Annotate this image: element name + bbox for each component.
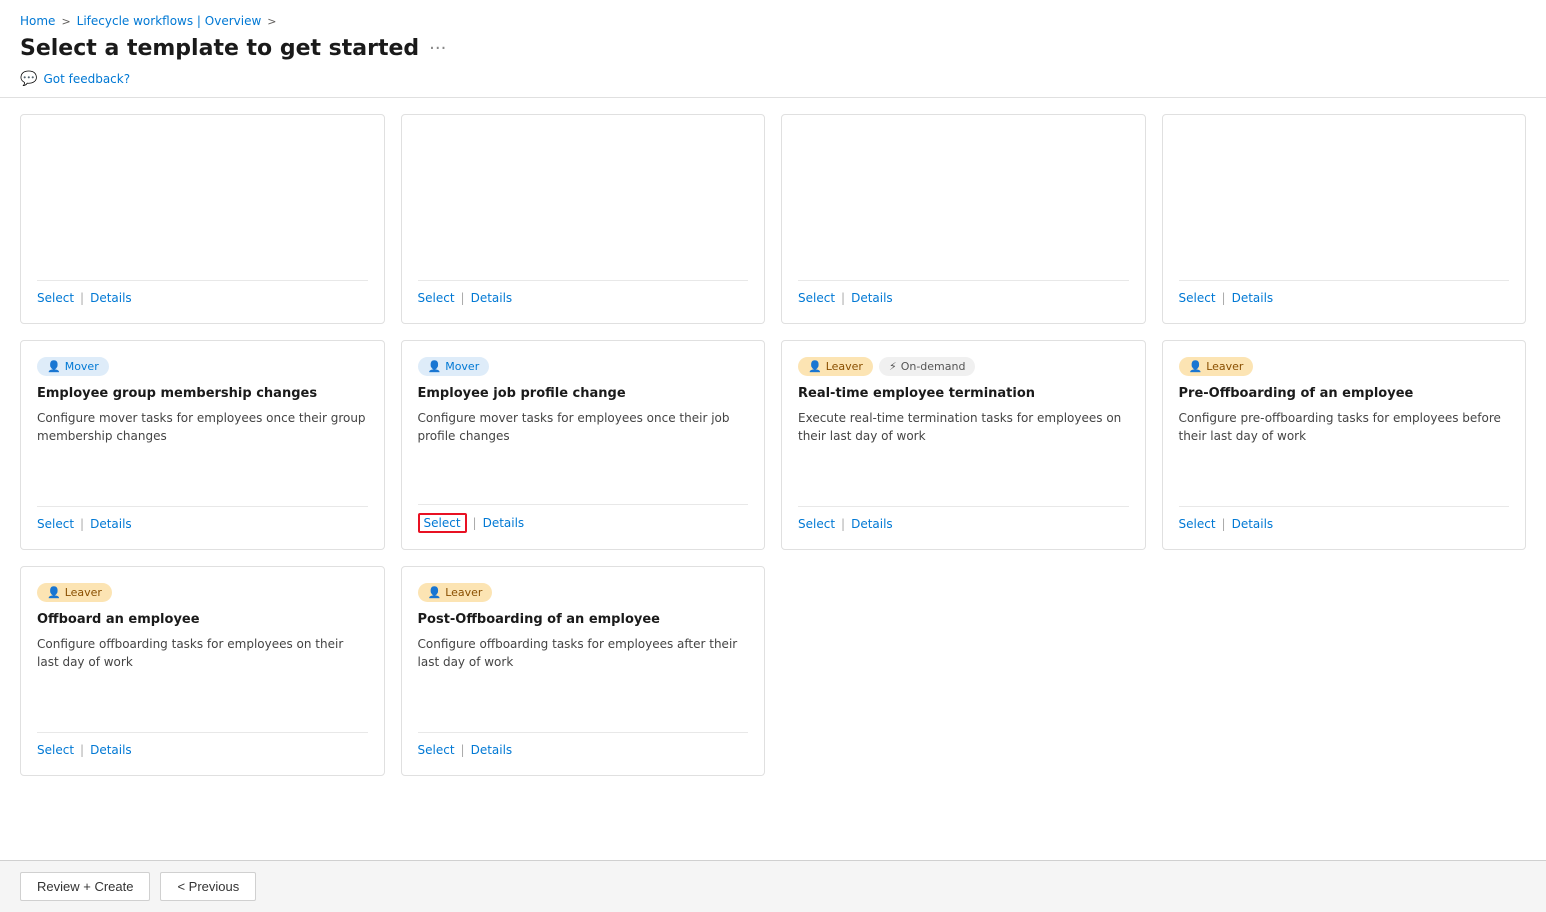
- breadcrumb: Home > Lifecycle workflows | Overview >: [0, 0, 1546, 32]
- card-leaver-preoffboard-desc: Configure pre-offboarding tasks for empl…: [1179, 409, 1510, 490]
- badge-leaver-offboard: 👤 Leaver: [37, 583, 112, 602]
- previous-button[interactable]: < Previous: [160, 872, 256, 901]
- badge-mover-job: 👤 Mover: [418, 357, 490, 376]
- card-r1-3: Select | Details: [781, 114, 1146, 324]
- card-r1-3-details[interactable]: Details: [851, 289, 893, 307]
- card-leaver-offboard-actions: Select | Details: [37, 732, 368, 759]
- badge-leaver-realtime: 👤 Leaver: [798, 357, 873, 376]
- card-leaver-offboard-title: Offboard an employee: [37, 612, 368, 627]
- main-content: Select | Details Select | Details Select…: [0, 98, 1546, 860]
- feedback-bar[interactable]: 💬 Got feedback?: [0, 67, 1546, 97]
- card-leaver-offboard-select[interactable]: Select: [37, 741, 74, 759]
- card-r1-3-actions: Select | Details: [798, 280, 1129, 307]
- feedback-label: Got feedback?: [43, 72, 130, 86]
- card-leaver-postoffboard: 👤 Leaver Post-Offboarding of an employee…: [401, 566, 766, 776]
- breadcrumb-sep2: >: [267, 15, 276, 28]
- review-create-button[interactable]: Review + Create: [20, 872, 150, 901]
- leaver-preoffboard-icon: 👤: [1189, 360, 1203, 373]
- card-leaver-offboard: 👤 Leaver Offboard an employee Configure …: [20, 566, 385, 776]
- card-leaver-preoffboard-details[interactable]: Details: [1232, 515, 1274, 533]
- card-leaver-offboard-details[interactable]: Details: [90, 741, 132, 759]
- card-leaver-offboard-badges: 👤 Leaver: [37, 583, 368, 602]
- footer-bar: Review + Create < Previous: [0, 860, 1546, 912]
- leaver-realtime-icon: 👤: [808, 360, 822, 373]
- card-r1-1-select[interactable]: Select: [37, 289, 74, 307]
- card-leaver-preoffboard-select[interactable]: Select: [1179, 515, 1216, 533]
- card-leaver-preoffboard-badges: 👤 Leaver: [1179, 357, 1510, 376]
- breadcrumb-home[interactable]: Home: [20, 14, 55, 28]
- card-leaver-preoffboard-title: Pre-Offboarding of an employee: [1179, 386, 1510, 401]
- mover-job-icon: 👤: [428, 360, 442, 373]
- card-mover-job: 👤 Mover Employee job profile change Conf…: [401, 340, 766, 550]
- card-r1-1-details[interactable]: Details: [90, 289, 132, 307]
- card-mover-job-desc: Configure mover tasks for employees once…: [418, 409, 749, 488]
- page-title-row: Select a template to get started ···: [0, 32, 1546, 67]
- badge-leaver-preoffboard: 👤 Leaver: [1179, 357, 1254, 376]
- card-mover-group-title: Employee group membership changes: [37, 386, 368, 401]
- card-mover-job-badges: 👤 Mover: [418, 357, 749, 376]
- title-more-button[interactable]: ···: [429, 38, 446, 59]
- card-mover-group: 👤 Mover Employee group membership change…: [20, 340, 385, 550]
- card-leaver-postoffboard-desc: Configure offboarding tasks for employee…: [418, 635, 749, 716]
- card-leaver-realtime-desc: Execute real-time termination tasks for …: [798, 409, 1129, 490]
- card-leaver-preoffboard-actions: Select | Details: [1179, 506, 1510, 533]
- card-leaver-realtime-details[interactable]: Details: [851, 515, 893, 533]
- card-r1-4-select[interactable]: Select: [1179, 289, 1216, 307]
- cards-row2: 👤 Mover Employee group membership change…: [20, 340, 1526, 550]
- leaver-offboard-icon: 👤: [47, 586, 61, 599]
- card-r1-1: Select | Details: [20, 114, 385, 324]
- card-leaver-postoffboard-select[interactable]: Select: [418, 741, 455, 759]
- cards-row1: Select | Details Select | Details Select…: [20, 114, 1526, 324]
- card-mover-job-actions: Select | Details: [418, 504, 749, 533]
- card-leaver-realtime-title: Real-time employee termination: [798, 386, 1129, 401]
- card-leaver-realtime-select[interactable]: Select: [798, 515, 835, 533]
- card-r1-4-details[interactable]: Details: [1232, 289, 1274, 307]
- card-mover-job-select[interactable]: Select: [418, 513, 467, 533]
- card-mover-group-details[interactable]: Details: [90, 515, 132, 533]
- feedback-icon: 💬: [20, 71, 37, 87]
- card-leaver-postoffboard-actions: Select | Details: [418, 732, 749, 759]
- mover-icon: 👤: [47, 360, 61, 373]
- card-r1-2-actions: Select | Details: [418, 280, 749, 307]
- card-r1-2-details[interactable]: Details: [471, 289, 513, 307]
- page-title: Select a template to get started: [20, 36, 419, 61]
- card-leaver-offboard-desc: Configure offboarding tasks for employee…: [37, 635, 368, 716]
- card-r1-4: Select | Details: [1162, 114, 1527, 324]
- card-mover-group-select[interactable]: Select: [37, 515, 74, 533]
- card-leaver-realtime: 👤 Leaver ⚡ On-demand Real-time employee …: [781, 340, 1146, 550]
- card-mover-job-details[interactable]: Details: [483, 514, 525, 532]
- card-mover-job-title: Employee job profile change: [418, 386, 749, 401]
- card-r1-2-select[interactable]: Select: [418, 289, 455, 307]
- card-leaver-realtime-badges: 👤 Leaver ⚡ On-demand: [798, 357, 1129, 376]
- ondemand-icon: ⚡: [889, 360, 897, 373]
- cards-row3: 👤 Leaver Offboard an employee Configure …: [20, 566, 1526, 776]
- card-r1-4-actions: Select | Details: [1179, 280, 1510, 307]
- breadcrumb-sep1: >: [61, 15, 70, 28]
- card-r1-1-actions: Select | Details: [37, 280, 368, 307]
- card-mover-group-actions: Select | Details: [37, 506, 368, 533]
- card-leaver-preoffboard: 👤 Leaver Pre-Offboarding of an employee …: [1162, 340, 1527, 550]
- card-r1-3-select[interactable]: Select: [798, 289, 835, 307]
- leaver-postoffboard-icon: 👤: [428, 586, 442, 599]
- card-leaver-postoffboard-details[interactable]: Details: [471, 741, 513, 759]
- card-r1-2: Select | Details: [401, 114, 766, 324]
- card-mover-group-badges: 👤 Mover: [37, 357, 368, 376]
- card-mover-group-desc: Configure mover tasks for employees once…: [37, 409, 368, 490]
- breadcrumb-lifecycle[interactable]: Lifecycle workflows | Overview: [77, 14, 262, 28]
- badge-ondemand-realtime: ⚡ On-demand: [879, 357, 976, 376]
- card-leaver-realtime-actions: Select | Details: [798, 506, 1129, 533]
- card-leaver-postoffboard-title: Post-Offboarding of an employee: [418, 612, 749, 627]
- badge-mover-group: 👤 Mover: [37, 357, 109, 376]
- card-leaver-postoffboard-badges: 👤 Leaver: [418, 583, 749, 602]
- badge-leaver-postoffboard: 👤 Leaver: [418, 583, 493, 602]
